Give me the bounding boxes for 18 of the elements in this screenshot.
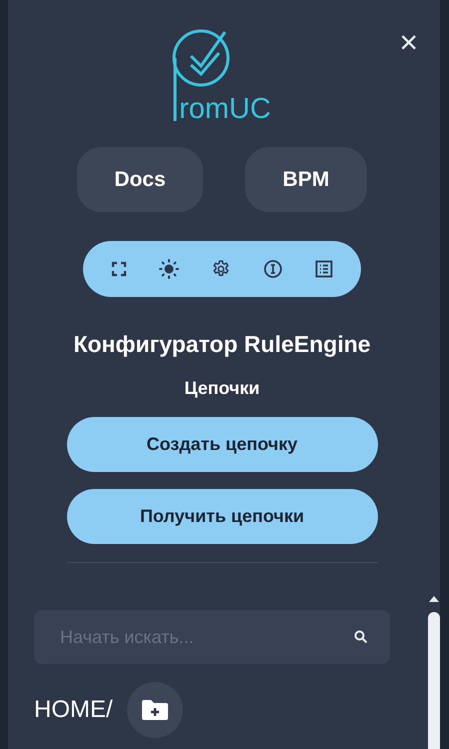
app-title: Конфигуратор RuleEngine: [73, 331, 371, 358]
info-icon[interactable]: [263, 259, 283, 279]
sun-icon[interactable]: [159, 259, 179, 279]
folder-plus-icon: [140, 699, 169, 721]
nav-button[interactable]: BPM: [245, 147, 367, 212]
section-heading: Цепочки: [184, 378, 260, 399]
action-button[interactable]: Создать цепочку: [66, 417, 378, 472]
nav-button[interactable]: Docs: [77, 147, 203, 212]
scroll-up-icon[interactable]: [428, 595, 440, 603]
logo-text: romUC: [179, 95, 271, 124]
path-label: HOME/: [34, 696, 113, 724]
action-button[interactable]: Получить цепочки: [66, 489, 378, 544]
scrollbar-thumb[interactable]: [428, 612, 440, 749]
settings-icon[interactable]: [211, 259, 231, 279]
close-button[interactable]: ×: [399, 26, 418, 58]
fullscreen-icon[interactable]: [111, 261, 127, 277]
list-icon[interactable]: [315, 260, 333, 278]
search-icon: [354, 630, 368, 644]
